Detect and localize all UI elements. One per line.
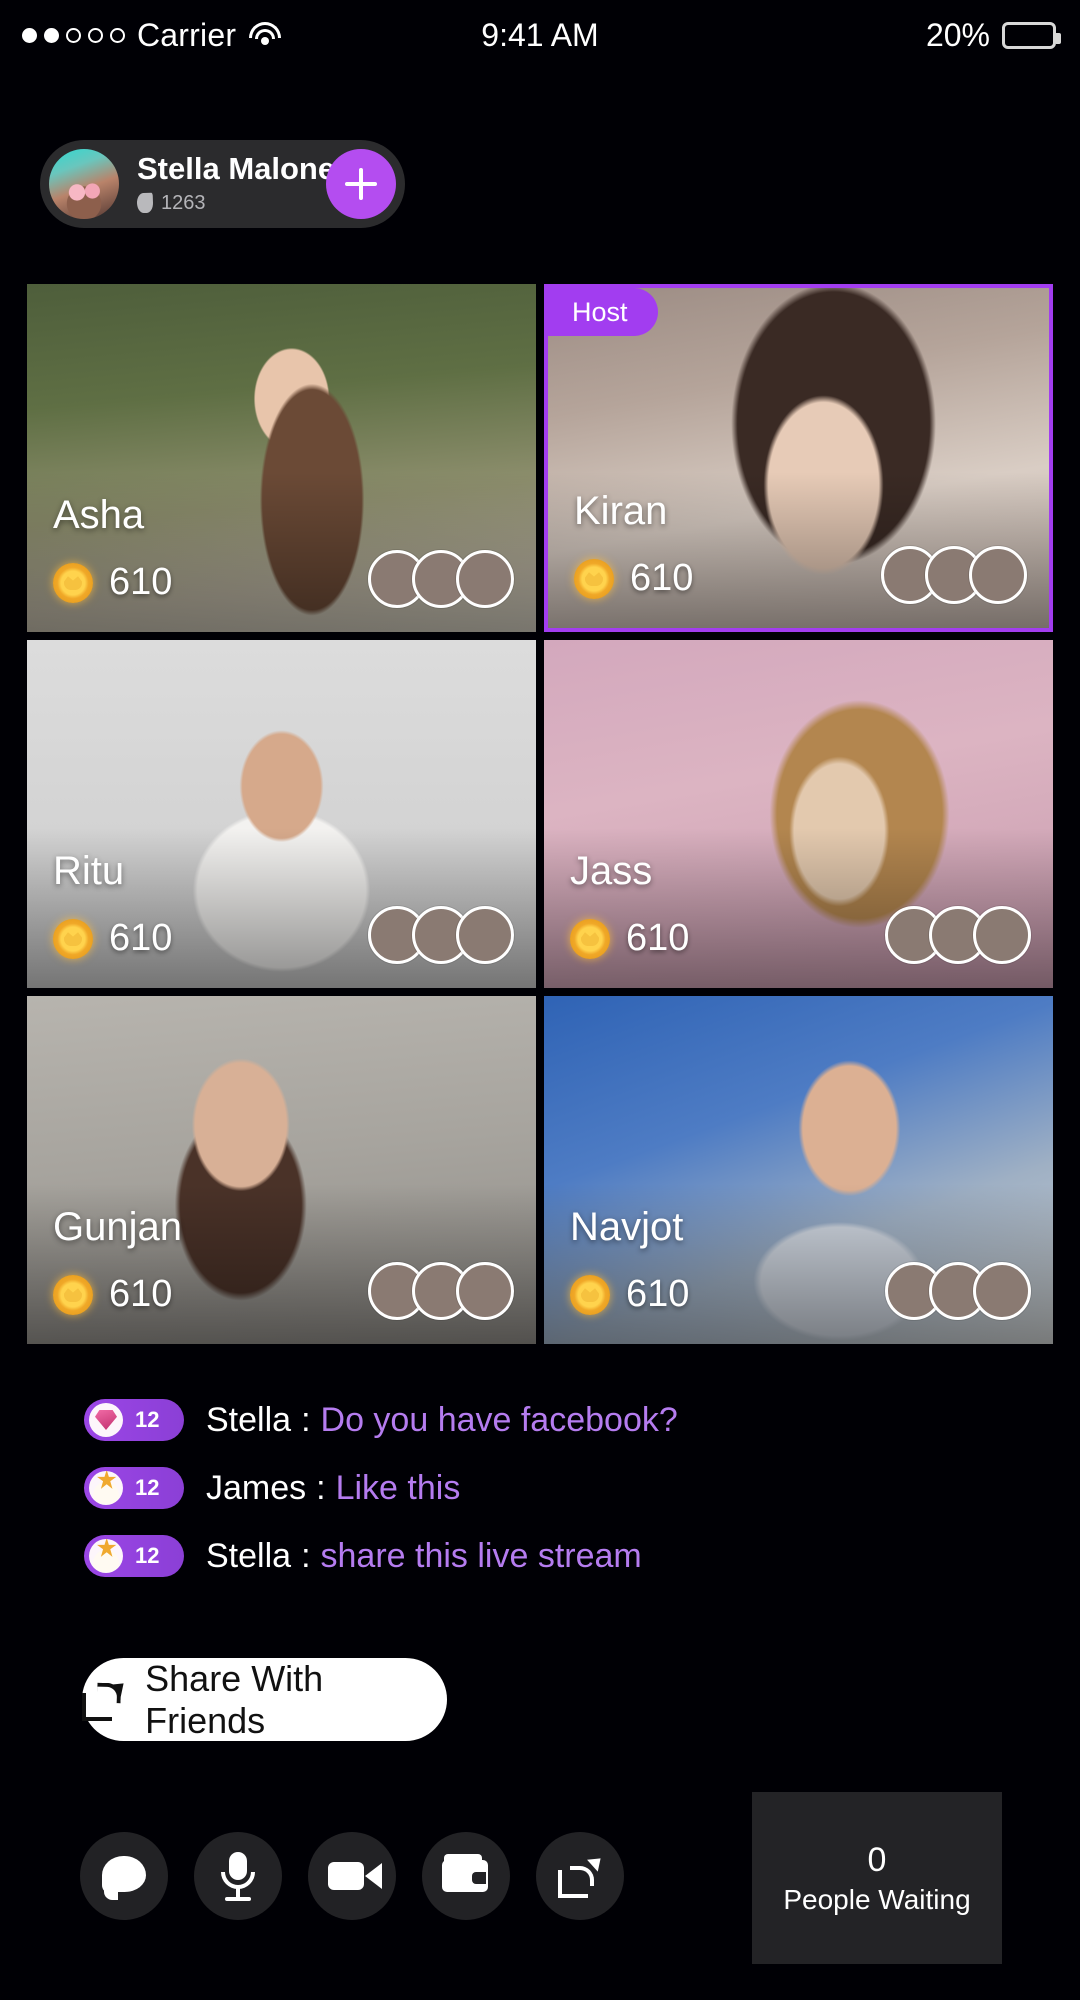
coin-icon [570,918,610,959]
flame-icon [136,192,154,214]
chat-separator: : [301,1536,311,1575]
avatar [969,546,1027,604]
coin-icon [574,558,614,599]
grid-row: Ritu 610 Jass 610 [27,640,1053,988]
wallet-icon [442,1854,488,1892]
status-bar-time: 9:41 AM [481,16,599,53]
live-stream-screen: Carrier 9:41 AM 20% Stella Malone 1263 A… [0,0,1080,2000]
participant-coins: 610 [570,1273,689,1316]
participant-name: Navjot [570,1205,684,1249]
viewer-avatars[interactable] [885,1262,1031,1320]
chat-username: Stella [206,1400,292,1439]
host-profile-text: Stella Malone 1263 [136,151,336,215]
avatar [973,1262,1031,1320]
streak-count: 1263 [161,191,206,214]
share-icon [558,1854,602,1898]
waiting-label: People Waiting [783,1883,971,1915]
participant-tile[interactable]: Navjot 610 [544,996,1053,1344]
participant-tile[interactable]: Ritu 610 [27,640,536,988]
participant-coins: 610 [53,917,172,960]
viewer-avatars[interactable] [368,550,514,608]
chat-level-badge: 12 [84,1399,184,1441]
star-egg-icon [89,1539,123,1573]
chat-text: Do you have facebook? [320,1400,678,1439]
chat-message[interactable]: 12 Stella : Do you have facebook? [84,1398,1004,1442]
microphone-button[interactable] [194,1832,282,1920]
video-camera-button[interactable] [308,1832,396,1920]
viewer-avatars[interactable] [885,906,1031,964]
chat-button[interactable] [80,1832,168,1920]
coin-icon [53,1274,93,1315]
participant-name: Ritu [53,849,125,893]
participant-name: Jass [570,849,653,893]
share-with-friends-button[interactable]: Share With Friends [82,1658,447,1741]
host-profile-pill[interactable]: Stella Malone 1263 [40,140,405,228]
people-waiting-panel[interactable]: 0 People Waiting [752,1792,1002,1964]
coin-icon [53,918,93,959]
grid-row: Gunjan 610 Navjot 610 [27,996,1053,1344]
grid-row: Asha 610 Host Kiran 610 [27,284,1053,632]
chat-feed: 12 Stella : Do you have facebook? 12 Jam… [84,1398,1004,1602]
status-bar: Carrier 9:41 AM 20% [0,0,1080,70]
coin-icon [53,562,93,603]
chat-level-badge: 12 [84,1467,184,1509]
chat-username: Stella [206,1536,292,1575]
participant-grid: Asha 610 Host Kiran 610 Ritu 610 Jass 61… [27,284,1053,1352]
chat-text: share this live stream [320,1536,642,1575]
chat-separator: : [301,1400,311,1439]
avatar [49,149,119,219]
star-egg-icon [89,1471,123,1505]
battery-icon [1002,21,1061,49]
chat-message[interactable]: 12 James : Like this [84,1466,1004,1510]
share-icon [82,1679,123,1721]
participant-coins: 610 [53,1273,172,1316]
avatar [456,906,514,964]
viewer-avatars[interactable] [881,546,1027,604]
chat-message[interactable]: 12 Stella : share this live stream [84,1534,1004,1578]
viewer-avatars[interactable] [368,906,514,964]
gem-icon [89,1403,123,1437]
participant-tile[interactable]: Gunjan 610 [27,996,536,1344]
host-name: Stella Malone [137,151,336,187]
participant-coins: 610 [53,561,172,604]
action-toolbar [80,1832,624,1920]
participant-coins: 610 [574,557,693,600]
chat-bubble-icon [102,1856,146,1900]
participant-tile[interactable]: Asha 610 [27,284,536,632]
participant-tile[interactable]: Jass 610 [544,640,1053,988]
video-camera-icon [328,1862,382,1890]
participant-name: Kiran [574,489,668,533]
status-bar-right: 20% [925,16,1061,54]
waiting-count: 0 [867,1840,887,1879]
avatar [456,550,514,608]
viewer-avatars[interactable] [368,1262,514,1320]
participant-name: Asha [53,493,145,537]
chat-level-badge: 12 [84,1535,184,1577]
participant-name: Gunjan [53,1205,182,1249]
avatar [973,906,1031,964]
battery-percent-label: 20% [925,16,990,53]
chat-text: Like this [335,1468,461,1507]
add-user-button[interactable] [326,149,396,219]
wallet-button[interactable] [422,1832,510,1920]
participant-coins: 610 [570,917,689,960]
chat-separator: : [316,1468,326,1507]
chat-username: James [206,1468,307,1507]
host-streak: 1263 [136,191,335,215]
host-badge: Host [548,288,658,336]
share-button-label: Share With Friends [145,1657,324,1741]
share-button[interactable] [536,1832,624,1920]
avatar [456,1262,514,1320]
participant-tile-host[interactable]: Host Kiran 610 [544,284,1053,632]
coin-icon [570,1274,610,1315]
